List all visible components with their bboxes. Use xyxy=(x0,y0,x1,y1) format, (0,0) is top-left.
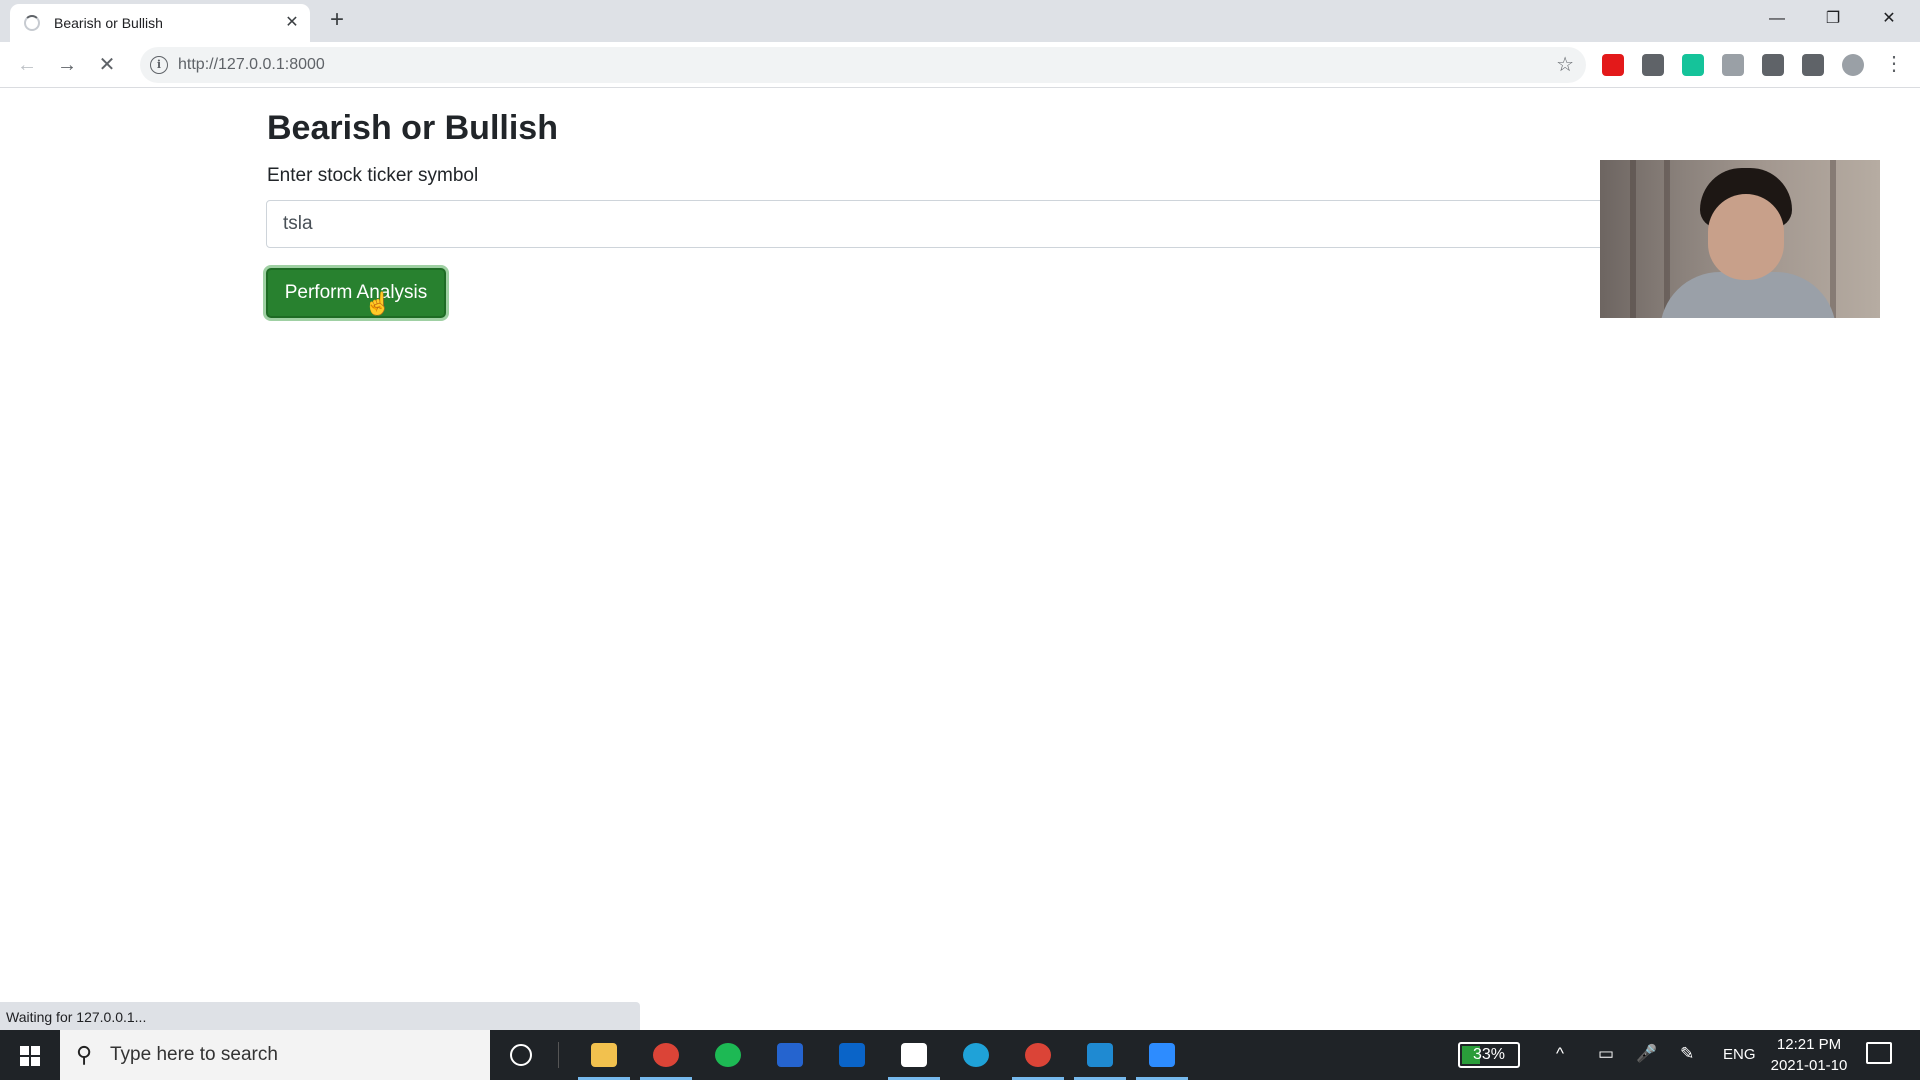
taskbar-search[interactable]: ⚲ Type here to search xyxy=(60,1030,490,1080)
window-close-button[interactable]: ✕ xyxy=(1866,4,1912,34)
bookmark-star-icon[interactable]: ☆ xyxy=(1556,52,1574,77)
restore-button[interactable]: ❐ xyxy=(1810,4,1856,34)
hand-cursor-icon: ☝ xyxy=(364,291,392,316)
todo-icon[interactable] xyxy=(760,1030,820,1080)
chrome-alt-icon[interactable] xyxy=(1008,1030,1068,1080)
windows-logo-icon xyxy=(20,1046,40,1066)
browser-menu-icon[interactable]: ⋮ xyxy=(1884,52,1904,76)
facebook-extension-icon[interactable] xyxy=(1762,54,1784,76)
chrome-glyph xyxy=(653,1043,679,1067)
address-bar[interactable]: i http://127.0.0.1:8000 ☆ xyxy=(140,47,1586,83)
new-tab-button[interactable]: + xyxy=(324,8,350,34)
edge-glyph xyxy=(963,1043,989,1067)
battery-indicator[interactable]: 33% xyxy=(1458,1042,1520,1068)
mail-icon[interactable] xyxy=(822,1030,882,1080)
grammarly-extension-icon[interactable] xyxy=(1682,54,1704,76)
vscode-icon[interactable] xyxy=(1070,1030,1130,1080)
back-button[interactable]: ← xyxy=(12,50,42,80)
spotify-glyph xyxy=(715,1043,741,1067)
tab-title: Bearish or Bullish xyxy=(54,15,163,31)
taskbar-divider xyxy=(558,1042,559,1068)
translate-extension-icon[interactable] xyxy=(1722,54,1744,76)
chrome-icon[interactable] xyxy=(636,1030,696,1080)
file-explorer-glyph xyxy=(591,1043,617,1067)
browser-tab[interactable]: Bearish or Bullish ✕ xyxy=(10,4,310,42)
start-button[interactable] xyxy=(0,1030,60,1080)
minimize-button[interactable]: — xyxy=(1754,4,1800,34)
document-glyph xyxy=(901,1043,927,1067)
page-title: Bearish or Bullish xyxy=(267,109,558,147)
browser-toolbar: ← → ✕ i http://127.0.0.1:8000 ☆ ⋮ xyxy=(0,42,1920,88)
tray-expand-chevron-icon[interactable]: ^ xyxy=(1556,1044,1564,1064)
windows-taskbar: ⚲ Type here to search 33% ^ ▭ 🎤 ✎ ENG 12… xyxy=(0,1030,1920,1080)
tab-close-icon[interactable]: ✕ xyxy=(282,13,302,33)
clock-time: 12:21 PM xyxy=(1776,1036,1842,1053)
zoom-icon[interactable] xyxy=(1132,1030,1192,1080)
webcam-overlay xyxy=(1600,160,1880,318)
url-text[interactable]: http://127.0.0.1:8000 xyxy=(178,56,325,74)
battery-percent: 33% xyxy=(1472,1046,1506,1063)
document-icon[interactable] xyxy=(884,1030,944,1080)
site-info-icon[interactable]: i xyxy=(150,56,168,74)
edge-icon[interactable] xyxy=(946,1030,1006,1080)
profile-avatar-icon[interactable] xyxy=(1842,54,1864,76)
loading-spinner-icon xyxy=(24,15,40,31)
notifications-icon[interactable] xyxy=(1866,1042,1892,1064)
ticker-input[interactable] xyxy=(266,200,1606,248)
webcam-person-face xyxy=(1708,194,1784,280)
browser-tabstrip: Bearish or Bullish ✕ + — ❐ ✕ xyxy=(0,0,1920,42)
perform-analysis-button[interactable]: Perform Analysis xyxy=(266,268,446,318)
stop-loading-button[interactable]: ✕ xyxy=(92,50,122,80)
puzzle-extension-icon[interactable] xyxy=(1802,54,1824,76)
pen-icon[interactable]: ✎ xyxy=(1680,1044,1694,1064)
zoom-glyph xyxy=(1149,1043,1175,1067)
clock-date: 2021-01-10 xyxy=(1770,1057,1848,1074)
chrome-alt-glyph xyxy=(1025,1043,1051,1067)
taskbar-clock[interactable]: 12:21 PM 2021-01-10 xyxy=(1764,1034,1854,1076)
cortana-icon[interactable] xyxy=(510,1044,532,1066)
search-icon: ⚲ xyxy=(76,1042,93,1067)
language-indicator[interactable]: ENG xyxy=(1723,1046,1756,1063)
meet-now-icon[interactable]: ▭ xyxy=(1598,1044,1614,1064)
opera-extension-icon[interactable] xyxy=(1602,54,1624,76)
browser-status-bar: Waiting for 127.0.0.1... xyxy=(0,1002,640,1030)
todo-glyph xyxy=(777,1043,803,1067)
signature-extension-icon[interactable] xyxy=(1642,54,1664,76)
page-content: Bearish or Bullish Enter stock ticker sy… xyxy=(0,89,1920,1030)
spotify-icon[interactable] xyxy=(698,1030,758,1080)
ticker-label: Enter stock ticker symbol xyxy=(267,165,479,186)
mail-glyph xyxy=(839,1043,865,1067)
forward-button[interactable]: → xyxy=(52,50,82,80)
vscode-glyph xyxy=(1087,1043,1113,1067)
search-placeholder: Type here to search xyxy=(110,1044,278,1065)
microphone-icon[interactable]: 🎤 xyxy=(1636,1044,1657,1064)
file-explorer-icon[interactable] xyxy=(574,1030,634,1080)
